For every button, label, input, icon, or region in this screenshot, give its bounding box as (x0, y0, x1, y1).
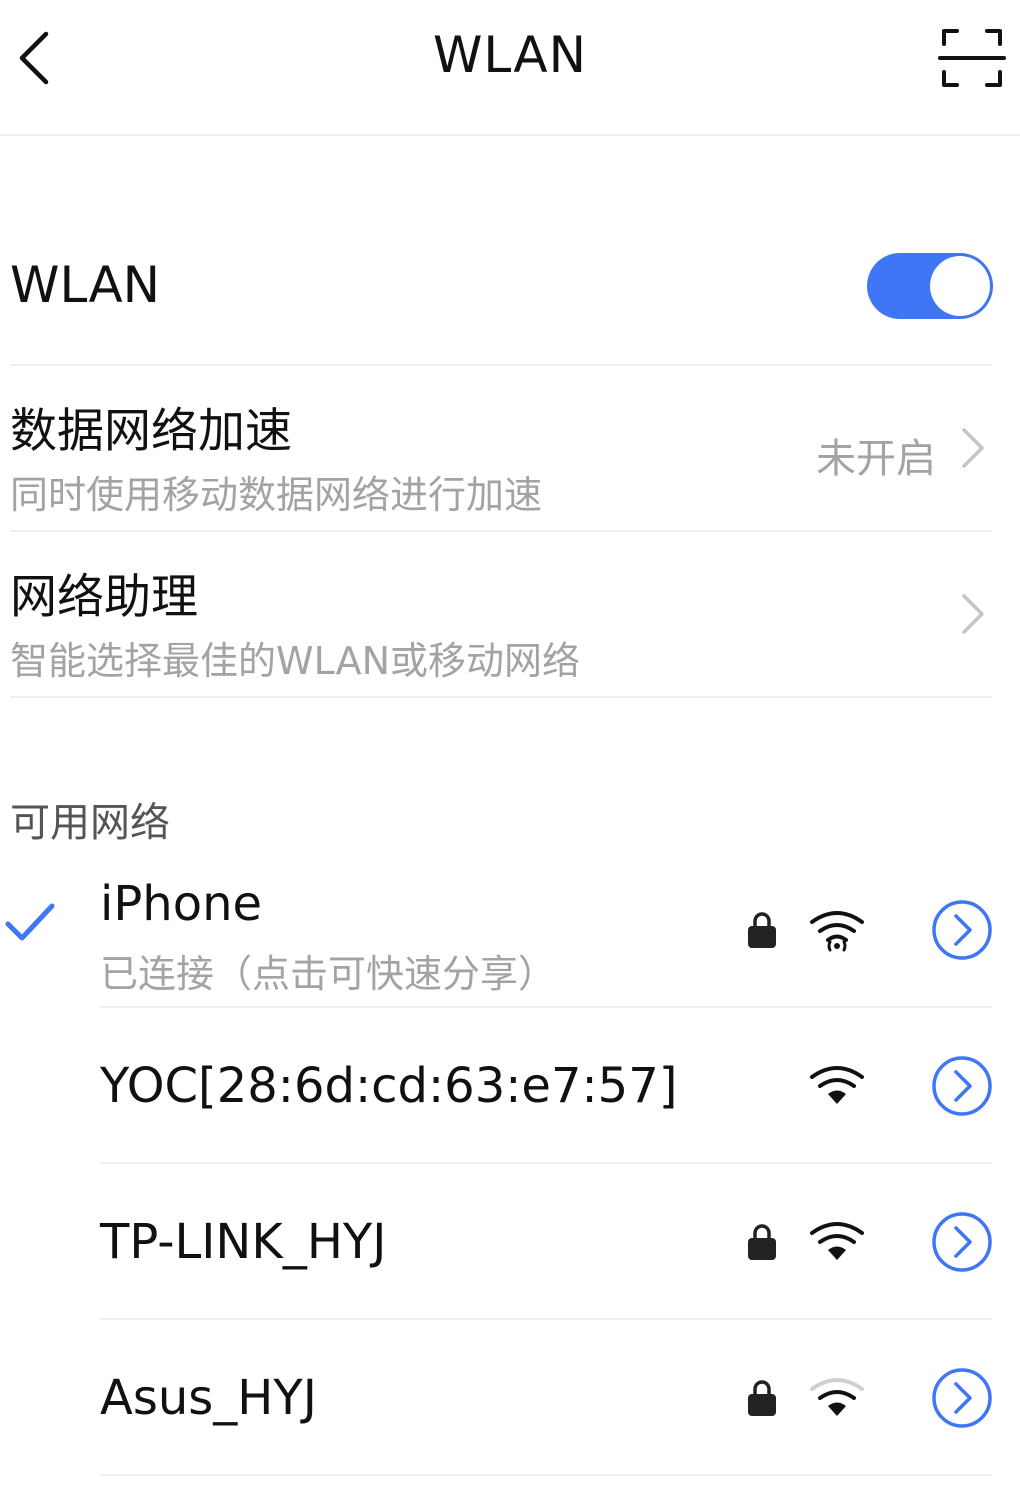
data-acceleration-title: 数据网络加速 (10, 404, 292, 459)
network-name: Asus_HYJ (100, 1370, 317, 1426)
network-assistant-subtitle: 智能选择最佳的WLAN或移动网络 (10, 639, 581, 683)
network-details-button[interactable] (930, 898, 994, 962)
network-name: YOC[28:6d:cd:63:e7:57] (100, 1058, 678, 1114)
chevron-right-icon (962, 594, 984, 634)
network-details-button[interactable] (930, 1210, 994, 1274)
wlan-switch[interactable] (867, 253, 993, 319)
divider (100, 1474, 992, 1476)
wlan-toggle-row: WLAN (10, 236, 993, 366)
data-acceleration-status: 未开启 (816, 436, 936, 482)
network-row-yoc[interactable]: YOC[28:6d:cd:63:e7:57] (0, 1008, 1020, 1164)
data-acceleration-row[interactable]: 数据网络加速 同时使用移动数据网络进行加速 未开启 (10, 366, 992, 532)
scan-icon[interactable] (932, 22, 1012, 96)
page-title: WLAN (432, 26, 588, 84)
network-row-tp-link[interactable]: TP-LINK_HYJ (0, 1164, 1020, 1320)
network-details-button[interactable] (930, 1366, 994, 1430)
chevron-right-icon (962, 428, 984, 468)
lock-icon (748, 912, 776, 948)
wifi-hotspot-icon (810, 911, 864, 952)
data-acceleration-subtitle: 同时使用移动数据网络进行加速 (10, 473, 543, 517)
wlan-label: WLAN (10, 256, 161, 314)
lock-icon (748, 1224, 776, 1260)
network-status: 已连接（点击可快速分享） (100, 952, 557, 996)
top-bar: WLAN (0, 0, 1020, 136)
wifi-signal-icon (810, 1222, 864, 1260)
wifi-signal-icon (810, 1378, 864, 1416)
network-name: iPhone (100, 876, 263, 932)
network-assistant-row[interactable]: 网络助理 智能选择最佳的WLAN或移动网络 (10, 532, 992, 698)
wifi-signal-icon (808, 1066, 866, 1107)
network-assistant-title: 网络助理 (10, 570, 198, 625)
network-name: TP-LINK_HYJ (100, 1214, 387, 1270)
switch-knob (930, 256, 990, 316)
network-row-iphone[interactable]: iPhone 已连接（点击可快速分享） (0, 852, 1020, 1008)
network-row-asus[interactable]: Asus_HYJ (0, 1320, 1020, 1476)
check-icon (5, 903, 55, 941)
network-details-button[interactable] (930, 1054, 994, 1118)
available-networks-heading: 可用网络 (10, 800, 170, 846)
lock-icon (748, 1380, 776, 1416)
